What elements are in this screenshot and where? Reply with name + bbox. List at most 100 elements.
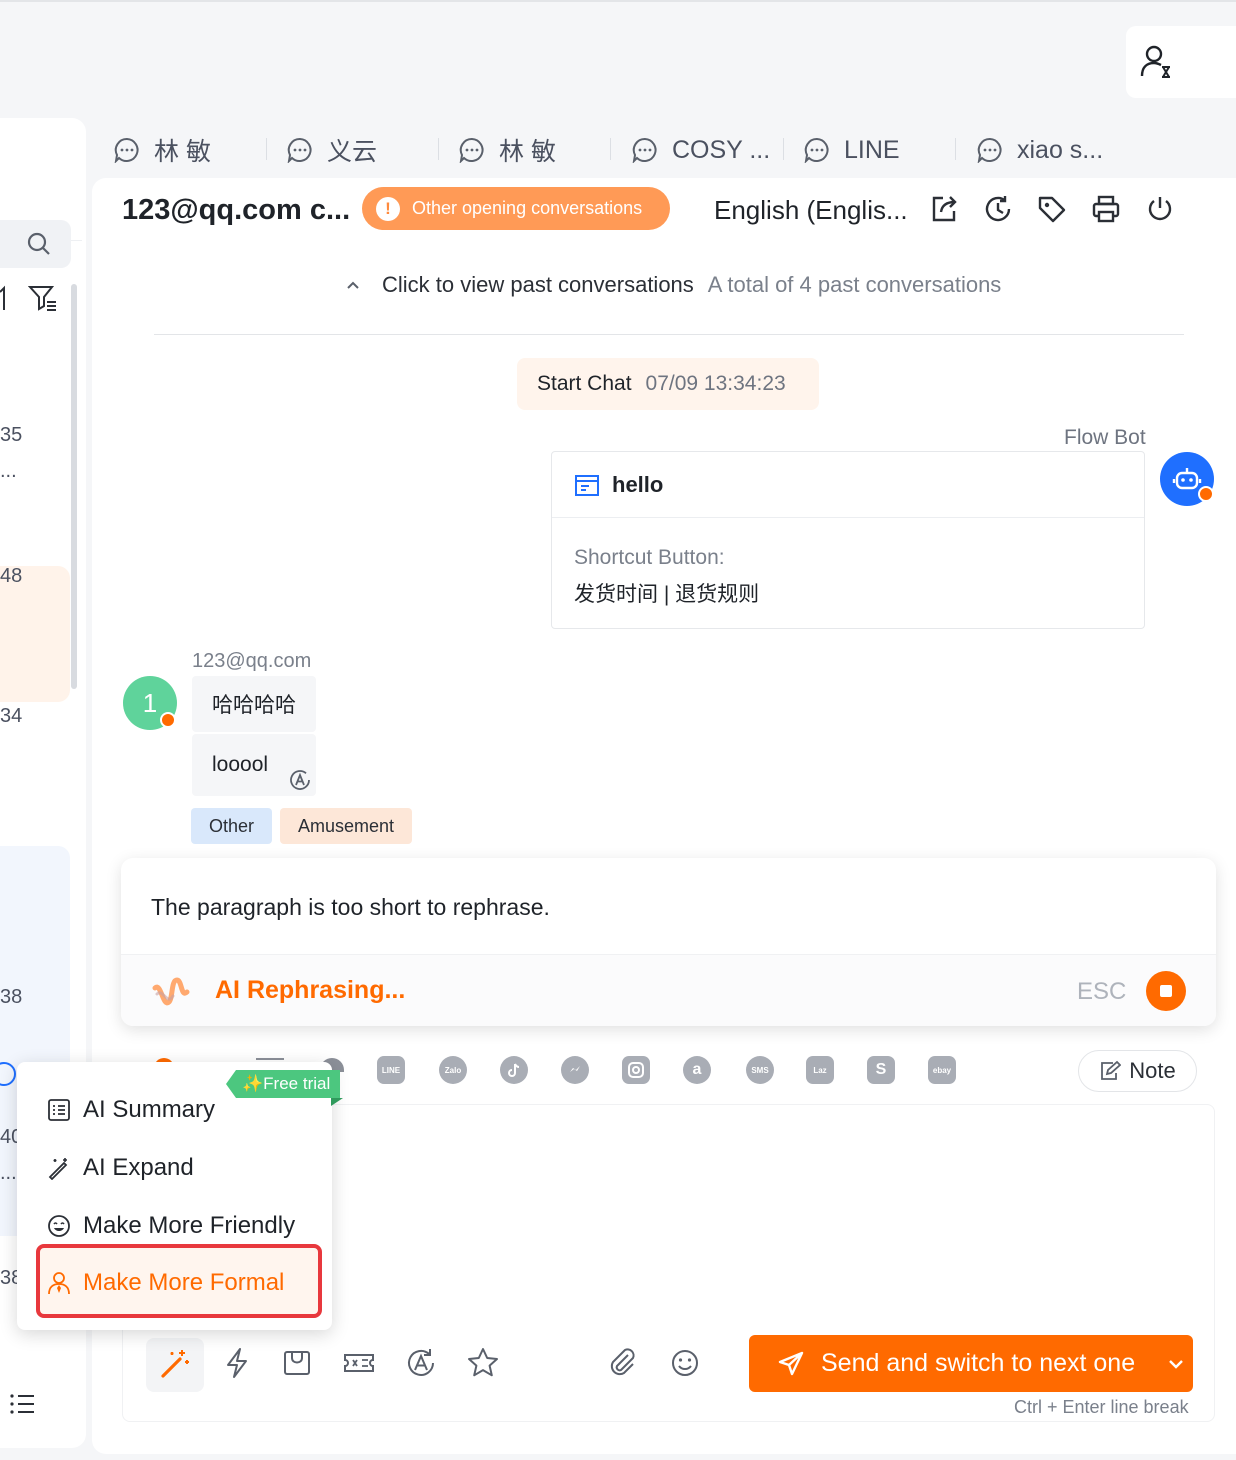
robot-icon	[1172, 468, 1202, 490]
tab-label: xiao s...	[1017, 135, 1104, 164]
other-conversations-warning[interactable]: ! Other opening conversations	[362, 187, 670, 230]
order-icon[interactable]	[280, 1346, 314, 1380]
past-conversations-bar[interactable]: Click to view past conversations A total…	[344, 272, 1001, 298]
print-icon[interactable]	[1091, 194, 1121, 224]
tab-label: 林 敏	[499, 138, 556, 166]
start-chat-label: Start Chat	[537, 372, 632, 395]
list-item-number: ...	[0, 460, 17, 482]
instagram-channel-icon[interactable]	[622, 1056, 650, 1084]
quick-reply-icon[interactable]	[220, 1346, 254, 1380]
user-avatar: 1	[123, 676, 177, 730]
ebay-channel-icon[interactable]: ebay	[928, 1056, 956, 1084]
tag-icon[interactable]	[1037, 194, 1067, 224]
smile-icon	[48, 1215, 70, 1237]
summary-icon	[48, 1099, 70, 1121]
ai-magic-wand-icon[interactable]	[158, 1346, 192, 1380]
rephrase-result-text: The paragraph is too short to rephrase.	[151, 894, 550, 920]
send-icon	[778, 1351, 804, 1375]
past-conversations-link[interactable]: Click to view past conversations	[382, 272, 694, 298]
list-item-number: 35	[0, 424, 23, 446]
tab-conversation[interactable]: COSY ...	[632, 130, 770, 170]
ai-action-menu: AI Summary AI Expand Make More Friendly …	[17, 1062, 332, 1330]
sms-channel-icon[interactable]: SMS	[746, 1056, 774, 1084]
emoji-icon[interactable]	[668, 1346, 702, 1380]
channel-badge	[160, 712, 176, 728]
translate-icon[interactable]	[288, 768, 312, 792]
clock-icon	[0, 1062, 18, 1086]
menu-item-ai-summary[interactable]: AI Summary	[47, 1096, 215, 1124]
menu-item-label: Make More Formal	[83, 1269, 285, 1296]
magic-pen-icon	[48, 1158, 68, 1180]
amazon-channel-icon[interactable]: a	[683, 1056, 711, 1084]
bot-card-header: hello	[552, 452, 1144, 518]
zalo-channel-icon[interactable]: Zalo	[439, 1056, 467, 1084]
chat-bubble-icon	[977, 137, 1002, 163]
warning-label: Other opening conversations	[412, 198, 643, 218]
chat-bubble-icon	[459, 137, 484, 163]
tab-separator	[955, 138, 956, 160]
form-icon	[575, 474, 599, 496]
user-tag[interactable]: Amusement	[280, 808, 413, 844]
warning-icon: !	[376, 196, 400, 221]
bot-message-card: hello Shortcut Button: 发货时间 | 退货规则	[551, 451, 1145, 629]
tab-conversation[interactable]: 义云	[287, 130, 377, 170]
tab-label: COSY ...	[672, 135, 771, 164]
user-clock-icon	[1140, 45, 1170, 78]
badge-fold	[331, 1098, 343, 1106]
history-icon[interactable]	[983, 194, 1013, 224]
chat-bubble-icon	[632, 137, 657, 163]
start-chat-marker: Start Chat 07/09 13:34:23	[517, 358, 819, 410]
shortcut-buttons[interactable]: 发货时间 | 退货规则	[574, 578, 759, 608]
menu-item-ai-expand[interactable]: AI Expand	[47, 1154, 194, 1182]
tab-separator	[266, 138, 267, 160]
tiktok-channel-icon[interactable]	[500, 1056, 528, 1084]
line-channel-icon[interactable]: LINE	[377, 1056, 405, 1084]
chevron-down-icon[interactable]	[1167, 1358, 1185, 1370]
language-selector[interactable]: English (Englis...	[714, 190, 908, 230]
user-message-bubble: looool	[192, 734, 316, 796]
tab-label: LINE	[844, 135, 900, 164]
chevron-up-icon	[347, 281, 359, 289]
tab-label: 林 敏	[154, 138, 211, 166]
user-avatar-text: 1	[142, 687, 158, 718]
list-item-number: 34	[0, 705, 23, 727]
search-icon	[27, 232, 50, 255]
tab-conversation[interactable]: xiao s...	[977, 130, 1103, 170]
sort-icon[interactable]	[0, 284, 12, 312]
agent-status-button[interactable]	[1126, 26, 1236, 98]
tab-conversation[interactable]: 林 敏	[459, 130, 556, 170]
channel-badge	[1198, 486, 1214, 502]
note-icon	[1101, 1060, 1122, 1080]
transfer-icon[interactable]	[929, 194, 959, 224]
power-icon[interactable]	[1145, 194, 1175, 224]
user-tag[interactable]: Other	[191, 808, 273, 844]
list-scrollbar[interactable]	[71, 284, 77, 689]
star-icon[interactable]	[466, 1346, 500, 1380]
bot-card-title: hello	[612, 471, 664, 497]
stop-button[interactable]	[1146, 971, 1186, 1011]
attachment-icon[interactable]	[606, 1346, 640, 1380]
tab-label: 义云	[327, 138, 378, 166]
ticket-icon[interactable]	[342, 1346, 376, 1380]
note-label: Note	[1129, 1058, 1176, 1083]
translate-tool-icon[interactable]	[404, 1346, 438, 1380]
formal-user-icon	[48, 1272, 70, 1295]
menu-item-label: AI Summary	[83, 1096, 216, 1123]
list-menu-icon[interactable]	[10, 1392, 36, 1416]
list-search-box[interactable]	[0, 220, 71, 268]
tab-conversation[interactable]: LINE	[804, 130, 900, 170]
send-and-switch-button[interactable]: Send and switch to next one	[749, 1335, 1193, 1392]
chat-bubble-icon	[804, 137, 829, 163]
menu-item-make-more-friendly[interactable]: Make More Friendly	[47, 1212, 295, 1240]
menu-item-make-more-formal[interactable]: Make More Formal	[47, 1269, 284, 1297]
lazada-channel-icon[interactable]: Laz	[806, 1056, 834, 1084]
menu-item-label: AI Expand	[83, 1154, 194, 1181]
chat-bubble-icon	[287, 137, 312, 163]
messenger-channel-icon[interactable]	[561, 1056, 589, 1084]
shopee-channel-icon[interactable]: S	[867, 1056, 895, 1084]
start-chat-time: 07/09 13:34:23	[645, 372, 786, 395]
chat-bubble-icon	[114, 137, 139, 163]
filter-icon[interactable]	[28, 284, 58, 312]
note-button[interactable]: Note	[1078, 1050, 1197, 1092]
tab-conversation[interactable]: 林 敏	[114, 130, 211, 170]
